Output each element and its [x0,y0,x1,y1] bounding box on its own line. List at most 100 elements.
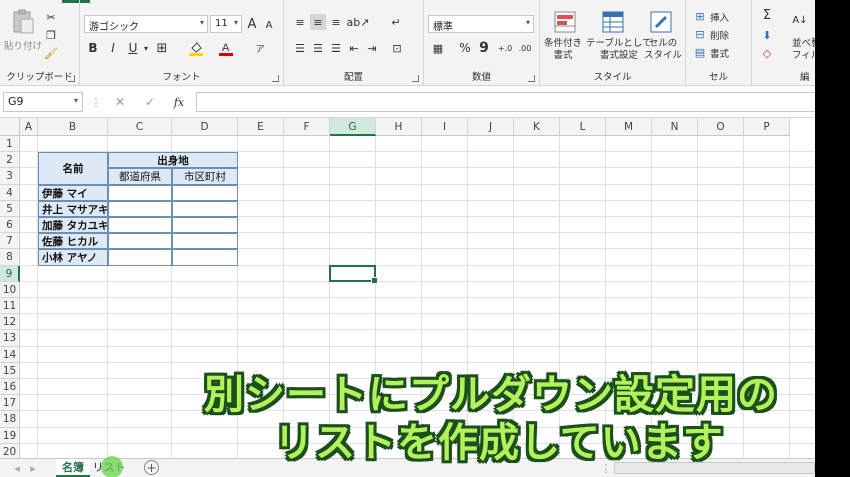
cell-styles-icon[interactable] [648,10,674,34]
cell-styles-button[interactable]: セルの スタイル [644,38,682,62]
paste-button[interactable]: 貼り付け [4,38,42,52]
align-top-icon[interactable]: ≡ [292,14,308,30]
row-header[interactable]: 12 [0,314,20,331]
grow-font-button[interactable]: A [244,15,260,33]
cut-icon[interactable]: ✂ [44,10,58,24]
row-header[interactable]: 10 [0,281,20,298]
column-header[interactable]: M [606,118,652,136]
font-name-select[interactable]: 游ゴシック ▾ [84,15,208,33]
select-all-corner[interactable] [0,118,20,136]
column-header[interactable]: P [744,118,790,136]
name-box[interactable]: G9 ▾ [3,92,83,112]
row-header[interactable]: 13 [0,330,20,347]
phonetic-icon[interactable]: ア [252,40,268,56]
decrease-decimal-icon[interactable]: .00 [516,40,534,56]
table-prefecture-cell[interactable] [108,184,172,201]
row-header[interactable]: 14 [0,346,20,363]
row-header[interactable]: 9 [0,265,20,282]
align-middle-icon[interactable]: ≡ [310,14,326,30]
percent-button[interactable]: % [458,40,472,56]
currency-icon[interactable]: ▦ [428,40,448,56]
column-header[interactable]: B [38,118,108,136]
column-header[interactable]: F [284,118,330,136]
column-header[interactable]: D [172,118,238,136]
table-prefecture-cell[interactable] [108,233,172,250]
row-header[interactable]: 5 [0,200,20,217]
align-center-icon[interactable]: ☰ [310,40,326,56]
column-header[interactable]: I [422,118,468,136]
table-header-prefecture[interactable]: 都道府県 [108,168,172,185]
align-bottom-icon[interactable]: ≡ [328,14,344,30]
merge-center-icon[interactable]: ⊡ [388,40,406,56]
row-header[interactable]: 8 [0,249,20,266]
table-name-cell[interactable]: 佐藤 ヒカル [38,233,108,250]
row-header[interactable]: 6 [0,217,20,234]
table-city-cell[interactable] [172,184,238,201]
row-header[interactable]: 17 [0,395,20,412]
sort-filter-icon[interactable]: A↓ [792,8,808,32]
delete-button[interactable]: 削除 [710,28,729,42]
format-icon[interactable]: ▤ [694,46,706,59]
alignment-launcher-icon[interactable] [412,75,419,82]
column-header[interactable]: N [652,118,698,136]
row-header[interactable]: 1 [0,136,20,153]
column-header[interactable]: K [514,118,560,136]
align-right-icon[interactable]: ☰ [328,40,344,56]
row-header[interactable]: 11 [0,298,20,315]
sort-filter-button[interactable]: 並べ替 フィル [792,38,815,62]
enter-icon[interactable]: ✓ [142,94,158,110]
align-left-icon[interactable]: ☰ [292,40,308,56]
column-header[interactable]: A [20,118,38,136]
autosum-icon[interactable]: Σ [760,8,774,23]
number-launcher-icon[interactable] [528,75,535,82]
cancel-icon[interactable]: ✕ [112,94,128,110]
increase-indent-icon[interactable]: ⇥ [364,40,380,56]
underline-button[interactable]: U [126,40,140,56]
table-city-cell[interactable] [172,249,238,266]
row-header[interactable]: 15 [0,362,20,379]
column-header[interactable]: O [698,118,744,136]
font-size-select[interactable]: 11 ▾ [210,15,242,33]
column-header[interactable]: J [468,118,514,136]
column-header[interactable]: L [560,118,606,136]
table-name-cell[interactable]: 小林 アヤノ [38,249,108,266]
orientation-icon[interactable]: ab↗ [347,14,370,30]
format-painter-icon[interactable]: 🖌 [44,46,58,60]
column-header[interactable]: H [376,118,422,136]
table-name-cell[interactable]: 井上 マサアキ [38,200,108,217]
bold-button[interactable]: B [86,40,100,56]
copy-icon[interactable]: ❐ [44,28,58,42]
comma-button[interactable]: 9 [478,40,490,56]
insert-icon[interactable]: ⊞ [694,10,706,23]
table-prefecture-cell[interactable] [108,200,172,217]
active-cell-selection[interactable] [329,264,378,284]
decrease-indent-icon[interactable]: ⇤ [346,40,362,56]
add-sheet-button[interactable]: + [144,460,159,475]
row-header[interactable]: 7 [0,233,20,250]
clear-icon[interactable]: ◇ [760,46,774,60]
sheet-tab-meibo[interactable]: 名簿 [56,459,90,477]
column-header[interactable]: G [330,118,376,136]
row-header[interactable]: 3 [0,168,20,185]
chevron-down-icon[interactable]: ▾ [142,40,150,56]
table-city-cell[interactable] [172,233,238,250]
column-header[interactable]: E [238,118,284,136]
fill-icon[interactable]: ⬇ [760,28,774,42]
table-prefecture-cell[interactable] [108,217,172,234]
table-prefecture-cell[interactable] [108,249,172,266]
font-launcher-icon[interactable] [272,75,279,82]
paste-icon[interactable] [6,8,40,36]
column-header[interactable]: C [108,118,172,136]
scroll-right-icon[interactable]: ▸ [28,461,38,475]
row-header[interactable]: 18 [0,411,20,428]
italic-button[interactable]: I [106,40,120,56]
scroll-left-icon[interactable]: ◂ [12,461,22,475]
conditional-format-button[interactable]: 条件付き 書式 [544,38,582,62]
format-as-table-icon[interactable] [600,10,626,34]
table-name-cell[interactable]: 加藤 タカユキ [38,217,108,234]
clipboard-launcher-icon[interactable] [68,75,75,82]
fill-color-icon[interactable] [188,40,204,56]
table-name-cell[interactable]: 伊藤 マイ [38,184,108,201]
wrap-text-icon[interactable]: ↵ [388,14,404,30]
table-city-cell[interactable] [172,217,238,234]
